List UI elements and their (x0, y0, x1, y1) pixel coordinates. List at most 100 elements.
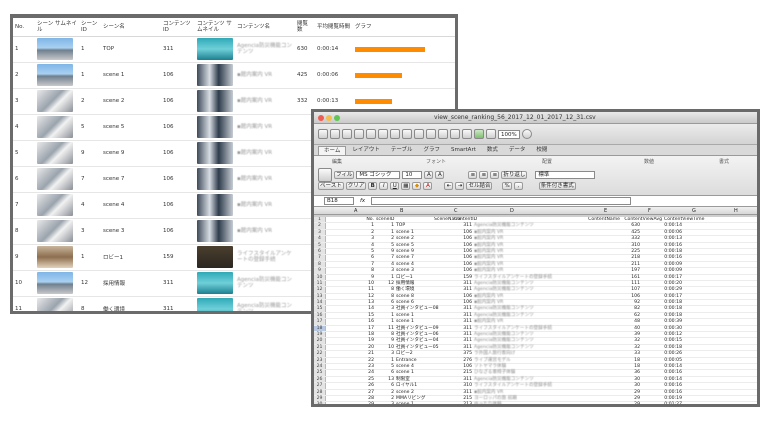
row-number[interactable]: 20 (314, 338, 326, 344)
cell-scene-name[interactable]: scene 2 (396, 236, 454, 241)
cell-time[interactable]: 0:00:09 (642, 268, 684, 273)
cell-scene-id[interactable]: 5 (376, 243, 396, 248)
save-icon[interactable] (342, 129, 352, 139)
cell-views[interactable]: 211 (604, 262, 642, 267)
cell-content-id[interactable]: 311 (454, 287, 474, 292)
row-number[interactable]: 16 (314, 312, 326, 319)
align-center-button[interactable]: ≡ (479, 171, 489, 179)
cell-views[interactable]: 29 (604, 390, 642, 395)
row-number[interactable]: 11 (314, 280, 326, 287)
cell-content-name[interactable]: ▪館内案内 VR (474, 243, 604, 248)
cell-scene-id[interactable]: 5 (376, 364, 396, 369)
cell-time[interactable]: 0:00:12 (642, 332, 684, 337)
cell-no[interactable]: 6 (326, 255, 376, 260)
sort-icon[interactable] (450, 129, 460, 139)
cell-content-name[interactable]: Agencia防災機能コンテンツ (474, 306, 604, 311)
cell-content-id[interactable]: 311 (454, 332, 474, 337)
cell-content-id[interactable]: 106 (454, 364, 474, 369)
cell-content-name[interactable]: ▪館内案内 VR (474, 300, 604, 305)
cell-views[interactable]: 106 (604, 294, 642, 299)
row-number[interactable]: 17 (314, 319, 326, 325)
cell-scene-name[interactable]: scene 4 (396, 364, 454, 369)
cell-scene-name[interactable]: 社員インタビュー05 (396, 345, 454, 350)
cell-no[interactable]: 25 (326, 377, 376, 382)
cell-scene-id[interactable]: 1 (376, 230, 396, 235)
row-number[interactable]: 28 (314, 389, 326, 395)
cell-scene-name[interactable]: ロビー1 (396, 275, 454, 280)
cell-scene-id[interactable]: 8 (376, 332, 396, 337)
cell-views[interactable]: 18 (604, 364, 642, 369)
cell-views[interactable]: 310 (604, 243, 642, 248)
row-number[interactable]: 14 (314, 300, 326, 306)
tab-3[interactable]: グラフ (419, 146, 446, 155)
cell-scene-name[interactable]: ロイヤル1 (396, 383, 454, 388)
cell-no[interactable]: 13 (326, 300, 376, 305)
cell-views[interactable]: 218 (604, 255, 642, 260)
row-number[interactable]: 7 (314, 255, 326, 261)
cell-scene-name[interactable]: scene 4 (396, 262, 454, 267)
tab-6[interactable]: データ (504, 146, 531, 155)
gallery-icon[interactable] (474, 129, 484, 139)
row-number[interactable]: 12 (314, 287, 326, 293)
tab-2[interactable]: テーブル (386, 146, 418, 155)
row-number[interactable]: 23 (314, 357, 326, 363)
formula-input[interactable] (371, 197, 632, 205)
cell-content-id[interactable]: 311 (454, 319, 474, 324)
cell-b[interactable]: sceneID (376, 217, 434, 222)
shrink-font-button[interactable]: A (435, 171, 445, 179)
cell-no[interactable]: 17 (326, 326, 376, 331)
merge-button[interactable]: セル結合 (466, 182, 493, 190)
cell-scene-name[interactable]: scene 3 (396, 268, 454, 273)
cell-scene-id[interactable]: 3 (376, 306, 396, 311)
redo-icon[interactable] (426, 129, 436, 139)
cell-content-name[interactable]: Agencia防災機能コンテンツ (474, 332, 604, 337)
cell-scene-id[interactable]: 1 (376, 358, 396, 363)
number-format-select[interactable]: 標準 (535, 171, 596, 179)
cell-no[interactable]: 23 (326, 364, 376, 369)
paste-icon[interactable] (390, 129, 400, 139)
cell-content-id[interactable]: 215 (454, 396, 474, 401)
cell-scene-id[interactable]: 6 (376, 383, 396, 388)
row-number[interactable]: 8 (314, 261, 326, 268)
bold-button[interactable]: B (368, 182, 378, 190)
cell-views[interactable]: 36 (604, 370, 642, 375)
minimize-button[interactable] (326, 115, 332, 121)
cell-content-name[interactable]: ▪館内案内 VR (474, 255, 604, 260)
row-number[interactable]: 13 (314, 293, 326, 300)
cell-views[interactable]: 18 (604, 358, 642, 363)
row-number[interactable]: 29 (314, 395, 326, 402)
cell-content-id[interactable]: 215 (454, 370, 474, 375)
cell-time[interactable]: 0:00:29 (642, 287, 684, 292)
cell-content-name[interactable]: ▪館内案内 VR (474, 262, 604, 267)
cut-icon[interactable] (366, 129, 376, 139)
cell-time[interactable]: 0:00:05 (642, 358, 684, 363)
cell-scene-name[interactable]: scene 1 (396, 230, 454, 235)
cell-no[interactable]: 21 (326, 351, 376, 356)
cell-time[interactable]: 0:00:16 (642, 370, 684, 375)
cell-content-id[interactable]: 311 (454, 390, 474, 395)
cell-scene-id[interactable]: 6 (376, 300, 396, 305)
cell-views[interactable]: 33 (604, 351, 642, 356)
cell-scene-id[interactable]: 6 (376, 370, 396, 375)
cell-scene-id[interactable]: 2 (376, 390, 396, 395)
row-number[interactable]: 15 (314, 306, 326, 312)
name-box[interactable]: B18 (324, 197, 354, 205)
cell-scene-id[interactable]: 8 (376, 294, 396, 299)
row-number[interactable]: 6 (314, 248, 326, 255)
cell-scene-name[interactable]: scene 1 (396, 319, 454, 324)
cell-scene-name[interactable]: scene 7 (396, 255, 454, 260)
row-number[interactable]: 5 (314, 242, 326, 248)
cell-time[interactable]: 0:00:16 (642, 255, 684, 260)
cell-no[interactable]: 1 (326, 223, 376, 228)
cell-time[interactable]: 0:00:16 (642, 390, 684, 395)
cell-content-name[interactable]: ライフスタイルアンケートの登録手続 (474, 383, 604, 388)
cell-time[interactable]: 0:00:14 (642, 377, 684, 382)
cell-views[interactable]: 32 (604, 338, 642, 343)
indent-button[interactable]: ⇤ (444, 182, 454, 190)
cell-time[interactable]: 0:00:17 (642, 294, 684, 299)
autosum-icon[interactable] (438, 129, 448, 139)
column-header-b[interactable]: B (400, 208, 403, 214)
cell-content-id[interactable]: 106 (454, 230, 474, 235)
font-color-button[interactable]: A (423, 182, 433, 190)
cell-content-name[interactable]: Agencia防災機能コンテンツ (474, 313, 604, 318)
